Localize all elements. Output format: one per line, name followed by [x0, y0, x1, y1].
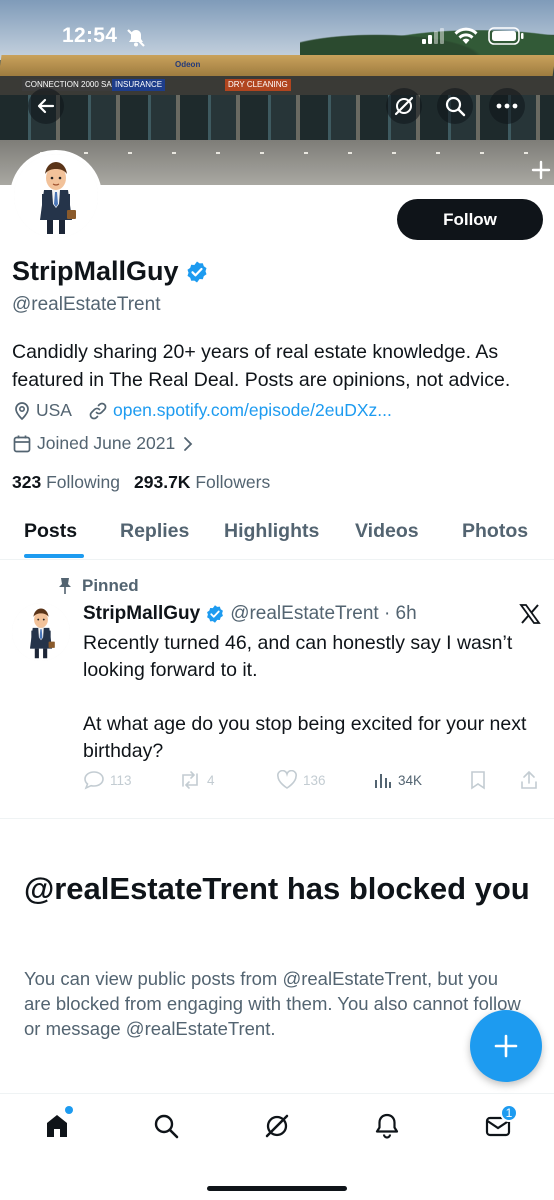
post-text[interactable]: Recently turned 46, and can honestly say…: [83, 630, 543, 765]
arrow-left-icon: [37, 98, 55, 114]
location-pin-icon: [15, 401, 29, 420]
banner-sign: DRY CLEANING: [225, 79, 291, 91]
banner-sign: INSURANCE: [112, 79, 166, 91]
profile-name: StripMallGuy: [12, 256, 179, 286]
post-author-avatar[interactable]: [12, 603, 70, 661]
pinned-indicator: Pinned: [58, 576, 139, 596]
share-button[interactable]: [519, 770, 539, 790]
businessman-avatar-icon: [12, 603, 70, 661]
profile-link[interactable]: open.spotify.com/episode/2euDXz...: [113, 400, 392, 421]
link-icon: [89, 402, 107, 419]
verified-badge-icon: [207, 605, 224, 623]
following-label: Following: [46, 472, 121, 492]
like-button[interactable]: 136: [276, 770, 326, 790]
profile-handle: @realEstateTrent: [12, 294, 161, 315]
grok-icon: [265, 1114, 289, 1138]
blocked-title: @realEstateTrent has blocked you: [24, 871, 530, 906]
followers-count: 293.7K: [134, 472, 191, 492]
bookmark-button[interactable]: [469, 770, 487, 790]
following-link[interactable]: 323 Following: [12, 472, 120, 493]
active-tab-indicator: [24, 554, 84, 558]
nav-messages[interactable]: 1: [478, 1104, 518, 1144]
tab-highlights[interactable]: Highlights: [224, 520, 319, 543]
profile-location: USA: [36, 400, 72, 420]
more-button[interactable]: [489, 88, 525, 124]
home-indicator: [207, 1186, 347, 1191]
home-icon: [47, 1115, 67, 1137]
pinned-label: Pinned: [82, 576, 139, 595]
post-header: StripMallGuy @realEstateTrent · 6h: [83, 603, 417, 625]
profile-bio: Candidly sharing 20+ years of real estat…: [12, 341, 511, 391]
nav-search[interactable]: [146, 1108, 186, 1144]
like-count: 136: [303, 772, 326, 788]
blocked-description: You can view public posts from @realEsta…: [24, 968, 521, 1039]
grok-icon: [394, 96, 414, 116]
grok-button[interactable]: [386, 88, 422, 124]
reply-count: 113: [110, 772, 132, 788]
search-icon: [154, 1114, 179, 1139]
calendar-icon: [13, 435, 31, 452]
search-button[interactable]: [437, 88, 473, 124]
plus-icon: [494, 1034, 518, 1058]
status-time: 12:54: [62, 24, 118, 47]
compose-button[interactable]: [470, 1010, 542, 1082]
post-handle-time: @realEstateTrent · 6h: [230, 603, 417, 624]
tab-videos[interactable]: Videos: [355, 520, 419, 543]
nav-notifications[interactable]: [367, 1108, 407, 1144]
nav-grok[interactable]: [257, 1108, 297, 1144]
tab-photos[interactable]: Photos: [462, 520, 528, 543]
section-divider: [0, 818, 554, 819]
silent-mode-icon: [127, 29, 145, 47]
views-chart-icon: [375, 774, 391, 788]
plus-icon[interactable]: [531, 160, 551, 180]
pin-icon: [59, 578, 71, 594]
profile-avatar[interactable]: [10, 150, 102, 242]
businessman-avatar-icon: [14, 154, 98, 238]
profile-name-row: StripMallGuy: [12, 256, 209, 287]
post-author-name[interactable]: StripMallGuy: [83, 603, 200, 625]
signal-icon: [422, 28, 444, 44]
views-count: 34K: [398, 772, 423, 788]
heart-icon: [277, 770, 297, 789]
notification-dot: [65, 1106, 73, 1114]
status-icons: [422, 27, 524, 45]
reply-icon: [84, 771, 104, 790]
search-icon: [445, 96, 466, 117]
profile-tabs: Posts Replies Highlights Videos Photos: [0, 508, 554, 560]
verified-badge-icon: [187, 261, 207, 282]
wifi-icon: [454, 27, 478, 44]
more-icon: [496, 103, 518, 109]
profile-meta-row: USA open.spotify.com/episode/2euDXz...: [12, 400, 392, 421]
followers-link[interactable]: 293.7K Followers: [134, 472, 270, 493]
repost-button[interactable]: 4: [178, 770, 215, 790]
banner-roof: [0, 55, 554, 77]
banner-sign: Odeon: [175, 60, 201, 69]
bottom-navigation: 1: [0, 1093, 554, 1200]
messages-badge: 1: [500, 1104, 518, 1122]
x-logo-icon[interactable]: [518, 602, 542, 626]
views-button[interactable]: 34K: [373, 770, 422, 790]
share-icon: [521, 770, 537, 789]
nav-home[interactable]: [37, 1106, 77, 1144]
following-count: 323: [12, 472, 42, 492]
repost-count: 4: [207, 772, 215, 788]
follow-counts: 323 Following 293.7K Followers: [12, 472, 270, 493]
back-button[interactable]: [28, 88, 64, 124]
battery-icon: [488, 27, 524, 45]
repost-icon: [182, 771, 198, 789]
followers-label: Followers: [195, 472, 271, 492]
reply-button[interactable]: 113: [83, 770, 132, 790]
tab-posts[interactable]: Posts: [24, 520, 77, 543]
post-actions: 113 4 136 34K: [83, 770, 543, 796]
profile-joined: Joined June 2021: [37, 433, 176, 453]
chevron-right-icon: [184, 436, 193, 451]
bell-icon: [375, 1113, 399, 1139]
profile-joined-row[interactable]: Joined June 2021: [12, 433, 194, 454]
tab-replies[interactable]: Replies: [120, 520, 189, 543]
bookmark-icon: [471, 771, 485, 790]
follow-button[interactable]: Follow: [397, 199, 543, 240]
